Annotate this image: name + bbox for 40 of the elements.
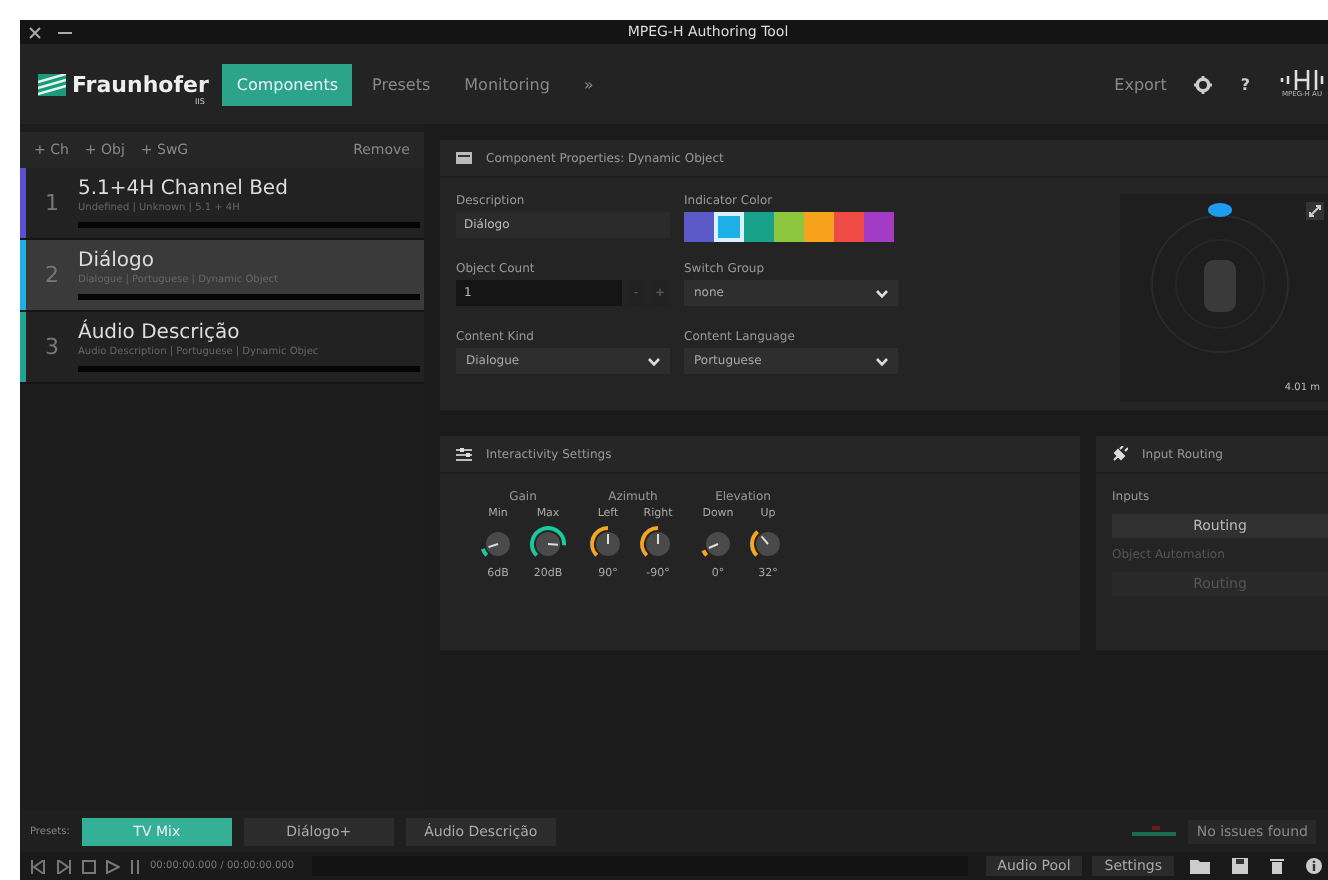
skip-forward-icon[interactable] (56, 859, 72, 873)
component-index: 2 (43, 260, 61, 292)
sliders-icon (456, 447, 472, 461)
chevron-down-icon (876, 357, 888, 365)
expand-icon[interactable] (1306, 202, 1324, 220)
color-swatch[interactable] (834, 212, 864, 242)
color-swatch[interactable] (864, 212, 894, 242)
logo-icon (38, 73, 66, 95)
color-swatch[interactable] (684, 212, 714, 242)
skip-back-icon[interactable] (30, 859, 46, 873)
save-icon[interactable] (1232, 858, 1248, 874)
nav-tab[interactable]: Monitoring (450, 63, 564, 105)
logo-text: Fraunhofer (72, 71, 209, 97)
stop-icon[interactable] (82, 859, 96, 873)
component-title: Áudio Descrição (78, 322, 242, 344)
color-swatch[interactable] (714, 212, 744, 242)
info-icon[interactable] (1306, 858, 1322, 874)
export-button[interactable]: Export (1102, 71, 1179, 97)
trash-icon[interactable] (1270, 858, 1284, 874)
folder-icon[interactable] (1190, 858, 1210, 874)
color-swatch[interactable] (744, 212, 774, 242)
level-meter-icon (1132, 825, 1177, 837)
nav-tab[interactable]: Presets (358, 63, 445, 105)
plug-icon (1112, 446, 1128, 462)
panel-icon (456, 152, 472, 164)
color-swatch[interactable] (774, 212, 804, 242)
component-title: Diálogo (78, 250, 156, 272)
nav-tab[interactable]: » (569, 63, 608, 105)
component-index: 3 (43, 332, 61, 364)
component-title: 5.1+4H Channel Bed (78, 178, 290, 200)
brand-logo-icon (1280, 70, 1324, 90)
settings-icon[interactable] (1194, 75, 1213, 93)
pause-icon[interactable] (130, 859, 140, 873)
color-swatch[interactable] (804, 212, 834, 242)
close-icon[interactable] (28, 25, 42, 39)
chevron-down-icon (648, 357, 660, 365)
play-icon[interactable] (106, 859, 120, 873)
help-button[interactable]: ? (1228, 71, 1262, 97)
component-index: 1 (43, 188, 61, 220)
chevron-down-icon (876, 289, 888, 297)
